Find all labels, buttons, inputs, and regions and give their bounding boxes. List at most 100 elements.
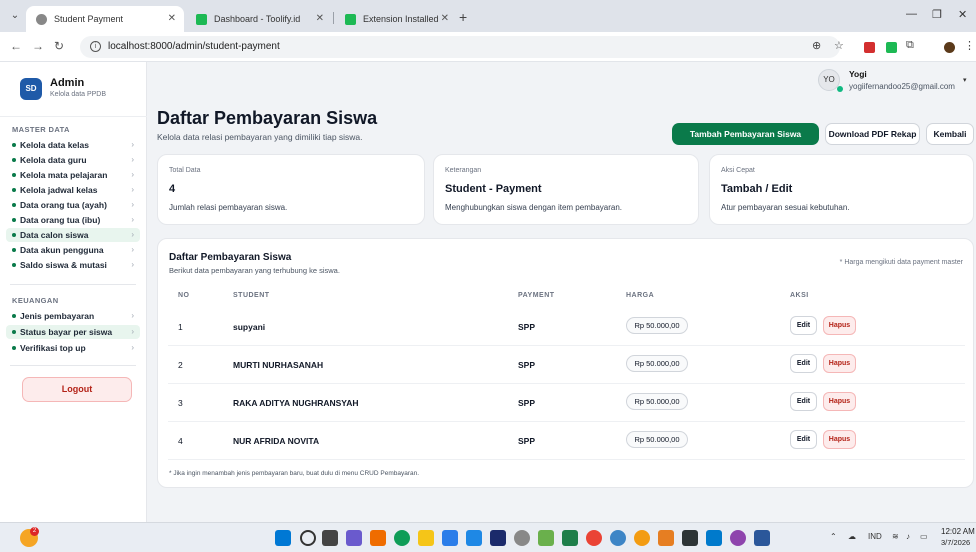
chevron-right-icon: › (131, 327, 134, 336)
app-icon[interactable] (658, 530, 674, 546)
brand-name: Admin (50, 77, 85, 89)
tab-extension-installed[interactable]: Extension Installed ✕ (335, 6, 457, 32)
cell-no: 3 (178, 398, 183, 408)
sidebar-divider (0, 116, 147, 117)
chrome-icon[interactable] (586, 530, 602, 546)
cloud-icon[interactable]: ☁ (848, 532, 856, 541)
window-close-icon[interactable]: ✕ (958, 8, 967, 21)
sidebar-item-label: Kelola jadwal kelas (20, 185, 98, 195)
brand-subtitle: Kelola data PPDB (50, 91, 107, 98)
site-info-icon[interactable]: i (90, 41, 101, 52)
sidebar-item-verifikasi-top-up[interactable]: Verifikasi top up › (6, 341, 140, 355)
wifi-icon[interactable]: ≋ (892, 532, 899, 541)
app-icon[interactable] (466, 530, 482, 546)
bookmark-star-icon[interactable]: ☆ (834, 39, 844, 52)
page-title: Daftar Pembayaran Siswa (157, 108, 378, 128)
app-icon[interactable] (730, 530, 746, 546)
battery-icon[interactable]: ▭ (920, 532, 928, 541)
photoshop-icon[interactable] (490, 530, 506, 546)
sidebar-item-kelola-mata-pelajaran[interactable]: Kelola mata pelajaran › (6, 168, 140, 182)
task-view-icon[interactable] (322, 530, 338, 546)
sidebar-item-kelola-data-kelas[interactable]: Kelola data kelas › (6, 138, 140, 152)
clock-time[interactable]: 12:02 AM (941, 527, 975, 536)
language-indicator[interactable]: IND (868, 532, 882, 541)
extensions-puzzle-icon[interactable]: ⧉ (906, 39, 914, 52)
menu-kebab-icon[interactable]: ⋮ (964, 39, 975, 52)
app-icon[interactable] (514, 530, 530, 546)
profile-icon[interactable] (944, 42, 955, 53)
widgets-icon[interactable] (346, 530, 362, 546)
cell-student: MURTI NURHASANAH (233, 360, 324, 370)
sidebar-item-status-bayar-per-siswa[interactable]: Status bayar per siswa › (6, 325, 140, 339)
tab-dashboard-toolify[interactable]: Dashboard - Toolify.id ✕ (186, 6, 332, 32)
bullet-dot-icon (12, 173, 16, 177)
tab-search-chevron-icon[interactable]: ⌄ (8, 9, 22, 23)
price-badge: Rp 50.000,00 (626, 317, 688, 334)
back-arrow-icon[interactable]: ← (10, 39, 22, 53)
minimize-icon[interactable]: — (906, 8, 917, 20)
delete-button[interactable]: Hapus (823, 316, 856, 335)
app-icon[interactable] (370, 530, 386, 546)
app-icon[interactable] (538, 530, 554, 546)
sidebar-item-jenis-pembayaran[interactable]: Jenis pembayaran › (6, 309, 140, 323)
cell-payment: SPP (518, 322, 536, 332)
caret-down-icon[interactable]: ▾ (963, 76, 967, 84)
stat-value: Tambah / Edit (721, 183, 793, 195)
chevron-up-icon[interactable]: ⌃ (830, 532, 837, 541)
table-row: 3 RAKA ADITYA NUGHRANSYAH SPP Rp 50.000,… (168, 384, 965, 422)
delete-button[interactable]: Hapus (823, 354, 856, 373)
sidebar-item-data-calon-siswa[interactable]: Data calon siswa › (6, 228, 140, 242)
volume-icon[interactable]: ♪ (906, 532, 910, 541)
tab-close-icon[interactable]: ✕ (168, 6, 176, 32)
new-tab-button[interactable]: + (459, 6, 467, 28)
edit-button[interactable]: Edit (790, 354, 817, 373)
browser-icon[interactable] (394, 530, 410, 546)
reload-icon[interactable]: ↻ (54, 39, 64, 53)
column-header-no: NO (178, 292, 190, 299)
sidebar-item-label: Data orang tua (ayah) (20, 200, 107, 210)
price-badge: Rp 50.000,00 (626, 431, 688, 448)
add-payment-button[interactable]: Tambah Pembayaran Siswa (672, 123, 819, 145)
vscode-icon[interactable] (706, 530, 722, 546)
tab-close-icon[interactable]: ✕ (441, 6, 449, 32)
delete-button[interactable]: Hapus (823, 392, 856, 411)
cell-student: supyani (233, 322, 266, 332)
logout-button[interactable]: Logout (22, 377, 132, 402)
forward-arrow-icon[interactable]: → (32, 39, 44, 53)
sidebar-separator (10, 284, 136, 285)
app-icon[interactable] (562, 530, 578, 546)
tab-student-payment[interactable]: Student Payment ✕ (26, 6, 184, 32)
download-pdf-button[interactable]: Download PDF Rekap (825, 123, 920, 145)
column-header-student: STUDENT (233, 292, 270, 299)
file-explorer-icon[interactable] (418, 530, 434, 546)
sidebar-item-kelola-data-guru[interactable]: Kelola data guru › (6, 153, 140, 167)
table-row: 1 supyani SPP Rp 50.000,00 Edit Hapus (168, 308, 965, 346)
chevron-right-icon: › (131, 260, 134, 269)
sidebar-item-data-orang-tua-ayah[interactable]: Data orang tua (ayah) › (6, 198, 140, 212)
sidebar-item-data-akun-pengguna[interactable]: Data akun pengguna › (6, 243, 140, 257)
cell-no: 2 (178, 360, 183, 370)
restore-icon[interactable]: ❐ (932, 8, 942, 21)
sidebar-item-data-orang-tua-ibu[interactable]: Data orang tua (ibu) › (6, 213, 140, 227)
app-icon[interactable] (634, 530, 650, 546)
sidebar-item-saldo-siswa-mutasi[interactable]: Saldo siswa & mutasi › (6, 258, 140, 272)
extension-red-icon[interactable] (864, 42, 875, 53)
word-icon[interactable] (754, 530, 770, 546)
delete-button[interactable]: Hapus (823, 430, 856, 449)
app-icon[interactable] (442, 530, 458, 546)
edit-button[interactable]: Edit (790, 392, 817, 411)
back-button[interactable]: Kembali (926, 123, 974, 145)
windows-start-icon[interactable] (275, 530, 291, 546)
extension-green-icon[interactable] (886, 42, 897, 53)
terminal-icon[interactable] (682, 530, 698, 546)
edit-button[interactable]: Edit (790, 316, 817, 335)
clock-date[interactable]: 3/7/2026 (941, 538, 970, 547)
zoom-icon[interactable]: ⊕ (812, 39, 821, 52)
edit-button[interactable]: Edit (790, 430, 817, 449)
sidebar-item-kelola-jadwal-kelas[interactable]: Kelola jadwal kelas › (6, 183, 140, 197)
app-icon[interactable] (610, 530, 626, 546)
search-icon[interactable] (300, 530, 316, 546)
stat-description: Jumlah relasi pembayaran siswa. (169, 203, 288, 212)
cell-payment: SPP (518, 360, 536, 370)
tab-close-icon[interactable]: ✕ (316, 6, 324, 32)
